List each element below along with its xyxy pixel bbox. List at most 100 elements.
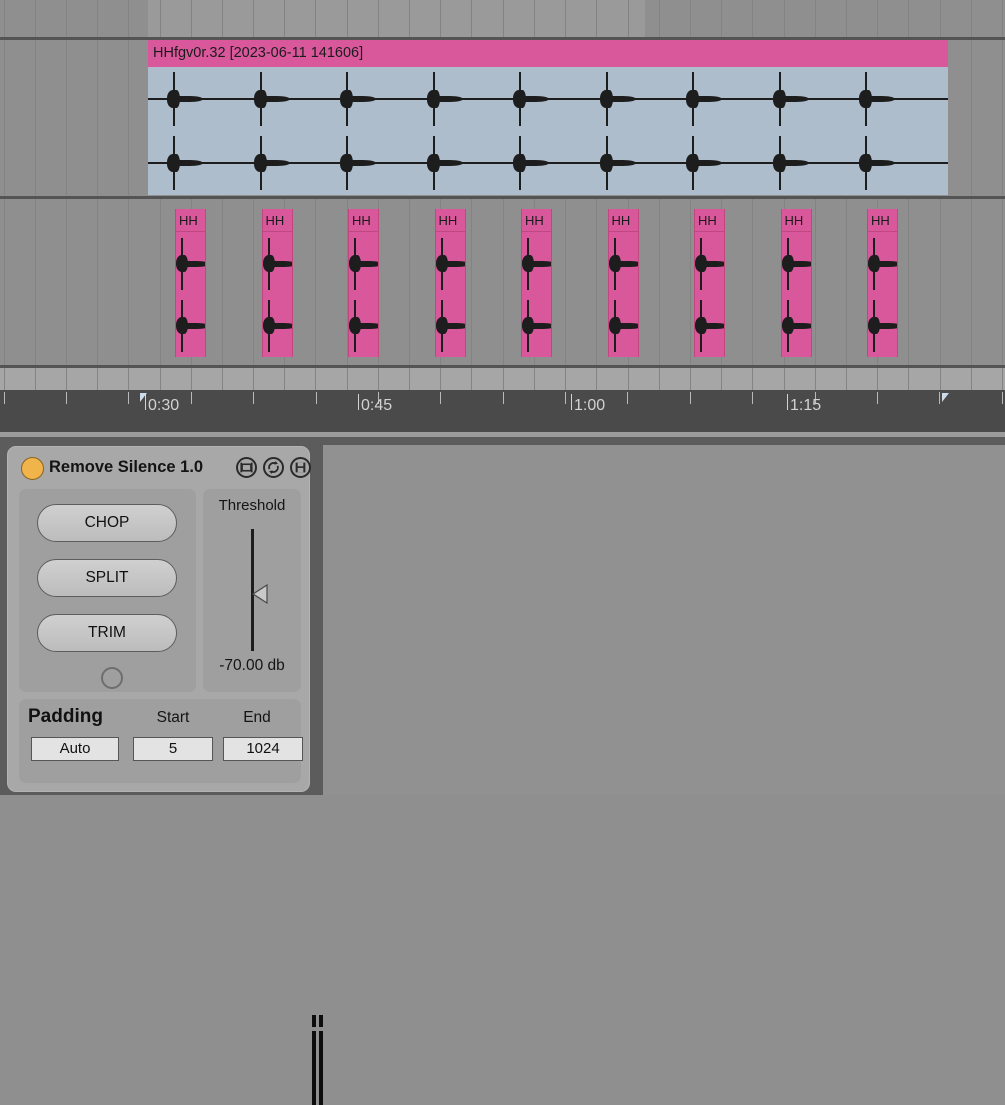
meter-segment <box>312 1027 316 1031</box>
chopped-clip-title[interactable]: HH <box>781 209 811 232</box>
chopped-clip[interactable]: HH <box>175 209 206 357</box>
ruler-label: 1:00 <box>574 397 606 414</box>
ruler-tick <box>191 392 192 404</box>
chopped-clip-waveform[interactable] <box>608 233 638 357</box>
chopped-clip[interactable]: HH <box>348 209 379 357</box>
chopped-clip[interactable]: HH <box>521 209 552 357</box>
level-meters <box>311 1015 325 1105</box>
device-empty-slot[interactable] <box>323 445 1005 795</box>
level-meter-right <box>319 1015 323 1105</box>
device-icon[interactable] <box>236 457 257 478</box>
padding-end-field[interactable]: 1024 <box>223 737 303 761</box>
arrangement-view[interactable]: HHfgv0r.32 [2023-06-11 141606] HH HH HH HH H… <box>0 0 1005 437</box>
waveform-channel-left <box>781 233 811 295</box>
chopped-clip-title[interactable]: HH <box>349 209 378 232</box>
ruler-major-tick <box>787 394 788 410</box>
chopped-clip-title[interactable]: HH <box>695 209 724 232</box>
waveform-channel-right <box>176 295 205 357</box>
ruler-tick <box>316 392 317 404</box>
waveform-channel-right <box>435 295 465 357</box>
grid-lines <box>0 368 1005 390</box>
padding-mode-field[interactable]: Auto <box>31 737 119 761</box>
ruler-tick <box>128 392 129 404</box>
split-button[interactable]: SPLIT <box>37 559 177 597</box>
waveform-channel-right <box>349 295 378 357</box>
device-header: Remove Silence 1.0 <box>18 453 311 481</box>
ruler-label: 0:30 <box>148 397 180 414</box>
chopped-clip[interactable]: HH <box>434 209 466 357</box>
chopped-clip-title[interactable]: HH <box>262 209 292 232</box>
ruler-tick <box>939 392 940 404</box>
threshold-slider-handle[interactable] <box>251 583 268 605</box>
chopped-clip-waveform[interactable] <box>781 233 811 357</box>
ruler-tick <box>253 392 254 404</box>
chopped-clip-title[interactable]: HH <box>176 209 205 232</box>
save-icon[interactable] <box>290 457 311 478</box>
ruler-label: 1:15 <box>790 397 822 414</box>
chopped-clip-waveform[interactable] <box>695 233 724 357</box>
status-indicator-toggle[interactable] <box>101 667 123 689</box>
track-lane-chopped[interactable]: HH HH HH HH HH HH HH HH HH <box>0 199 1005 366</box>
threshold-value[interactable]: -70.00 db <box>203 657 301 675</box>
audio-clip-title[interactable]: HHfgv0r.32 [2023-06-11 141606] <box>148 40 948 67</box>
ruler-tick <box>565 392 566 404</box>
device-view: Remove Silence 1.0 CHOP SPLIT TRIM Thres… <box>0 437 1005 1105</box>
chopped-clip-waveform[interactable] <box>176 233 205 357</box>
meter-segment <box>319 1027 323 1031</box>
ruler-tick <box>440 392 441 404</box>
chopped-clip-title[interactable]: HH <box>608 209 638 232</box>
ruler-tick-strip[interactable] <box>0 368 1005 390</box>
chopped-clip[interactable]: HH <box>867 209 898 357</box>
chopped-clip[interactable]: HH <box>694 209 725 357</box>
chopped-clip-title[interactable]: HH <box>522 209 551 232</box>
padding-start-field[interactable]: 5 <box>133 737 213 761</box>
ruler-major-tick <box>571 394 572 410</box>
level-meter-left <box>312 1015 316 1105</box>
trim-button[interactable]: TRIM <box>37 614 177 652</box>
refresh-icon[interactable] <box>263 457 284 478</box>
ruler-tick <box>503 392 504 404</box>
track-lane-audio[interactable]: HHfgv0r.32 [2023-06-11 141606] <box>0 40 1005 195</box>
chopped-clip[interactable]: HH <box>607 209 639 357</box>
time-ruler[interactable]: 0:30 0:45 1:00 1:15 <box>0 390 1005 432</box>
chop-button[interactable]: CHOP <box>37 504 177 542</box>
remove-silence-device[interactable]: Remove Silence 1.0 CHOP SPLIT TRIM Thres… <box>7 446 311 792</box>
device-title: Remove Silence 1.0 <box>49 458 204 476</box>
power-led-icon[interactable] <box>21 457 44 480</box>
ruler-label: 0:45 <box>361 397 393 414</box>
waveform-channel-left <box>148 67 948 131</box>
waveform-channel-left <box>349 233 378 295</box>
chopped-clip-waveform[interactable] <box>868 233 897 357</box>
ruler-tick <box>1002 392 1003 404</box>
chopped-clip-title[interactable]: HH <box>435 209 465 232</box>
waveform-channel-left <box>522 233 551 295</box>
chopped-clip-waveform[interactable] <box>522 233 551 357</box>
loop-region-tint <box>148 0 645 38</box>
waveform-channel-left <box>695 233 724 295</box>
chopped-clip-waveform[interactable] <box>349 233 378 357</box>
ruler-tick <box>752 392 753 404</box>
chopped-clip[interactable]: HH <box>261 209 293 357</box>
waveform-channel-left <box>868 233 897 295</box>
chopped-clip-title[interactable]: HH <box>868 209 897 232</box>
waveform-channel-right <box>262 295 292 357</box>
chopped-clip-waveform[interactable] <box>435 233 465 357</box>
ruler-major-tick <box>358 394 359 410</box>
padding-start-label: Start <box>156 709 190 726</box>
ruler-tick <box>877 392 878 404</box>
padding-title: Padding <box>28 706 103 727</box>
chopped-clip-waveform[interactable] <box>262 233 292 357</box>
audio-clip-waveform[interactable] <box>148 67 948 195</box>
waveform-channel-right <box>522 295 551 357</box>
audio-clip[interactable]: HHfgv0r.32 [2023-06-11 141606] <box>148 40 948 195</box>
ruler-tick <box>66 392 67 404</box>
loop-end-marker[interactable] <box>942 393 949 402</box>
padding-panel: Padding Start End Auto 5 1024 <box>19 699 303 783</box>
ruler-tick <box>4 392 5 404</box>
chopped-clip[interactable]: HH <box>780 209 812 357</box>
track-lane-empty-top[interactable] <box>0 0 1005 38</box>
padding-end-label: End <box>243 709 271 726</box>
waveform-channel-right <box>608 295 638 357</box>
playhead-marker[interactable] <box>140 393 147 402</box>
threshold-label: Threshold <box>218 497 286 514</box>
